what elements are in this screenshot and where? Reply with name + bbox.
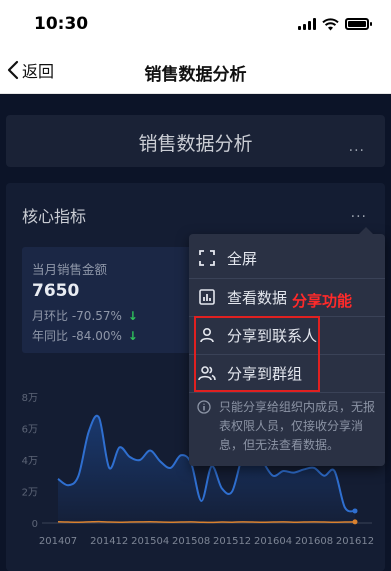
share-annotation-label: 分享功能	[292, 292, 353, 310]
menu-item-fullscreen[interactable]: 全屏	[189, 239, 385, 277]
metric-label: 当月销售金额	[32, 262, 108, 277]
chart-box-icon	[197, 287, 217, 307]
status-time: 10:30	[34, 14, 89, 34]
battery-icon	[345, 18, 372, 30]
y-tick-label: 0	[32, 519, 38, 530]
series-last-point	[352, 508, 358, 514]
x-tick-label: 201512	[213, 536, 251, 547]
wifi-icon	[322, 17, 339, 30]
core-more-button[interactable]: ...	[351, 205, 367, 221]
x-tick-label: 201608	[295, 536, 333, 547]
series-last-point	[352, 519, 358, 525]
report-title-card: 销售数据分析 ...	[6, 115, 385, 167]
y-tick-label: 8万	[22, 393, 38, 404]
core-metrics-title: 核心指标	[22, 207, 87, 226]
menu-item-view-data[interactable]: 查看数据	[189, 278, 385, 316]
report-title: 销售数据分析	[138, 133, 253, 155]
menu-divider	[189, 392, 385, 393]
page-title: 销售数据分析	[144, 65, 247, 85]
nav-bar: 返回 销售数据分析	[0, 48, 391, 94]
y-tick-label: 4万	[22, 456, 38, 467]
x-tick-label: 201412	[90, 536, 128, 547]
status-bar: 10:30	[0, 0, 391, 48]
series-line-1	[57, 520, 356, 524]
share-highlight-box	[194, 316, 320, 392]
y-tick-label: 2万	[22, 488, 38, 499]
x-tick-label: 201407	[39, 536, 77, 547]
x-tick-label: 201504	[131, 536, 169, 547]
x-tick-label: 201604	[254, 536, 292, 547]
x-tick-label: 201612	[336, 536, 374, 547]
status-icons	[298, 17, 372, 31]
cellular-signal-icon	[298, 18, 316, 30]
info-icon	[197, 398, 213, 455]
x-tick-label: 201508	[172, 536, 210, 547]
share-note: 只能分享给组织内成员，无报表权限人员，仅接收分享消息，但无法查看数据。	[197, 398, 381, 455]
menu-item-label: 全屏	[227, 249, 258, 268]
title-more-button[interactable]: ...	[349, 139, 365, 155]
share-note-text: 只能分享给组织内成员，无报表权限人员，仅接收分享消息，但无法查看数据。	[219, 400, 376, 452]
menu-item-label: 查看数据	[227, 288, 288, 307]
fullscreen-icon	[197, 248, 217, 268]
y-tick-label: 6万	[22, 425, 38, 436]
